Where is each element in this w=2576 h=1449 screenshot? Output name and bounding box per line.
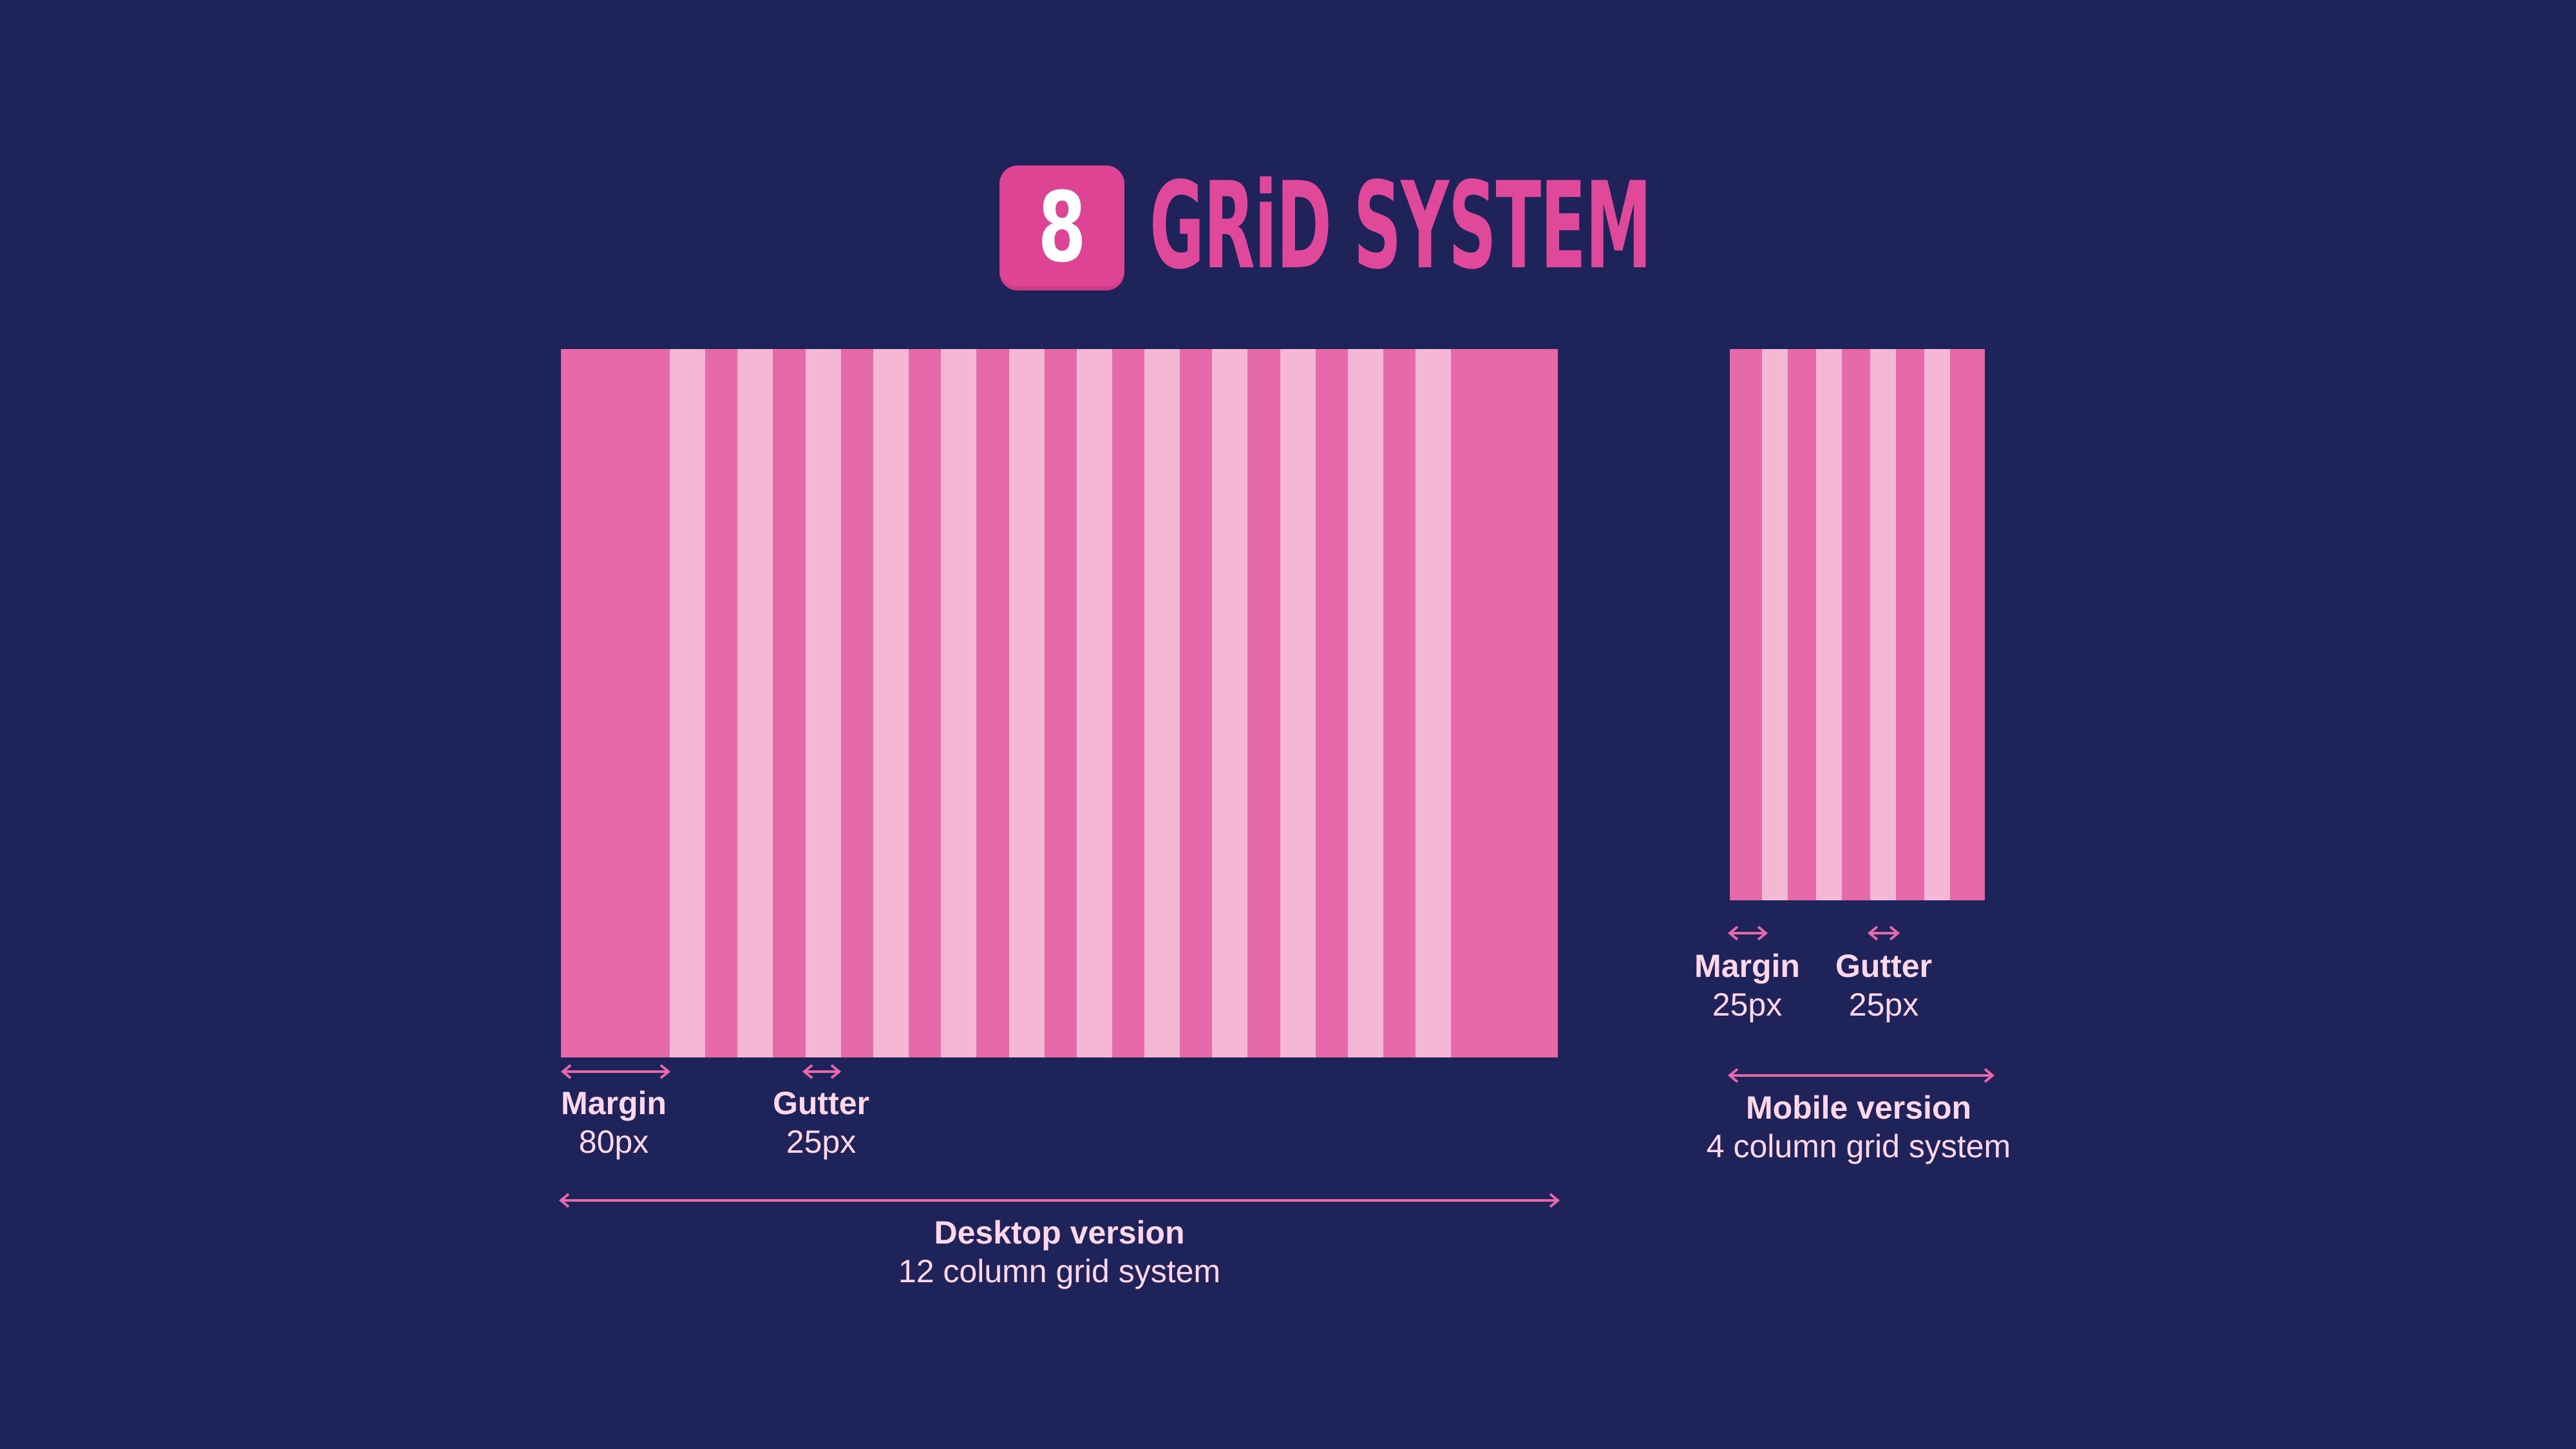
desktop-gutter-stripe <box>1416 349 1452 1057</box>
mobile-gutter-stripe <box>1816 349 1842 900</box>
desktop-gutter-stripe <box>1076 349 1112 1057</box>
mobile-version-title: Mobile version <box>1745 1090 1972 1126</box>
mobile-margin-title: Margin <box>1694 948 1800 984</box>
mobile-margin-arrow <box>1727 925 1768 941</box>
mobile-version-label: Mobile version 4 column grid system <box>1665 1088 2052 1166</box>
desktop-grid-preview <box>561 349 1558 1057</box>
desktop-gutter-stripe <box>1144 349 1180 1057</box>
desktop-margin-title: Margin <box>561 1085 667 1121</box>
desktop-gutter-stripe <box>1348 349 1383 1057</box>
desktop-gutter-stripe <box>737 349 773 1057</box>
mobile-version-desc: 4 column grid system <box>1706 1128 2011 1164</box>
mobile-margin-label: Margin 25px <box>1683 947 1812 1024</box>
desktop-gutter-stripe <box>805 349 841 1057</box>
mobile-gutter-stripe <box>1870 349 1896 900</box>
desktop-gutter-title: Gutter <box>773 1085 869 1121</box>
desktop-gutter-arrow <box>802 1064 842 1079</box>
desktop-margin-label: Margin 80px <box>549 1084 678 1161</box>
mobile-width-arrow <box>1727 1068 1995 1083</box>
page-title: GRiD SYSTEM <box>1150 155 1652 296</box>
mobile-gutter-title: Gutter <box>1835 948 1932 984</box>
desktop-gutter-stripe <box>873 349 909 1057</box>
desktop-gutter-stripe <box>670 349 705 1057</box>
desktop-gutter-label: Gutter 25px <box>757 1084 886 1161</box>
desktop-gutter-stripe <box>1280 349 1316 1057</box>
desktop-gutter-stripe <box>1212 349 1248 1057</box>
mobile-gutter-stripe <box>1762 349 1788 900</box>
desktop-version-label: Desktop version 12 column grid system <box>802 1213 1317 1291</box>
mobile-gutter-value: 25px <box>1848 987 1919 1023</box>
desktop-version-desc: 12 column grid system <box>898 1253 1221 1289</box>
logo-number: 8 <box>1037 172 1086 284</box>
desktop-gutter-stripe <box>1009 349 1045 1057</box>
mobile-gutter-label: Gutter 25px <box>1819 947 1948 1024</box>
desktop-width-arrow <box>558 1193 1560 1208</box>
mobile-gutter-arrow <box>1867 925 1900 941</box>
logo-badge: 8 <box>999 166 1124 290</box>
desktop-gutter-stripe <box>941 349 977 1057</box>
desktop-margin-arrow <box>560 1064 671 1079</box>
mobile-grid-preview <box>1730 349 1985 900</box>
mobile-gutter-stripe <box>1924 349 1950 900</box>
desktop-version-title: Desktop version <box>934 1215 1185 1251</box>
desktop-margin-value: 80px <box>578 1124 649 1160</box>
desktop-gutter-value: 25px <box>786 1124 857 1160</box>
mobile-margin-value: 25px <box>1712 987 1783 1023</box>
